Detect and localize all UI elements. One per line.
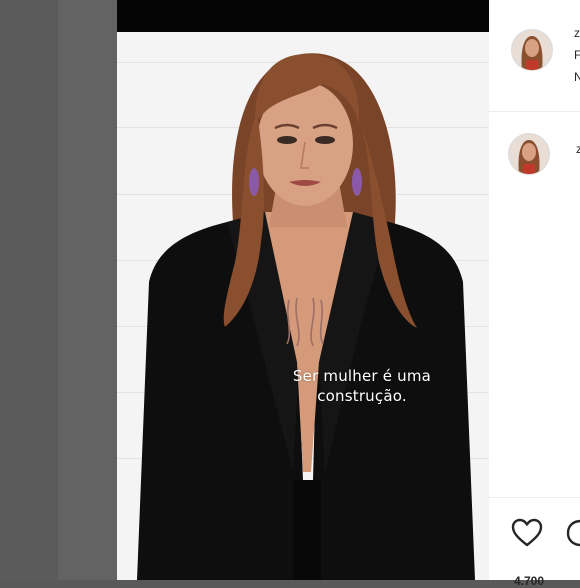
post-caption-line-1: F: [574, 48, 580, 62]
comment-author-name[interactable]: z: [576, 142, 580, 157]
panel-divider: [489, 497, 580, 498]
post-caption-line-2: N: [574, 70, 580, 84]
like-button[interactable]: [510, 517, 544, 549]
heart-icon: [511, 518, 543, 547]
backdrop-left: [0, 0, 58, 580]
panel-divider: [489, 111, 580, 112]
post-author-name[interactable]: z: [574, 26, 580, 41]
woman-in-black-blazer-image: [137, 53, 475, 580]
comment-icon: [566, 519, 580, 547]
video-caption-overlay: Ser mulher é uma construção.: [267, 366, 457, 406]
comment-button[interactable]: [565, 517, 580, 549]
video-caption-line-1: Ser mulher é uma: [292, 367, 432, 385]
video-letterbox-top: [117, 0, 489, 32]
comment-author-avatar[interactable]: [508, 133, 550, 175]
post-author-avatar[interactable]: [511, 29, 553, 71]
backdrop-middle: [58, 0, 117, 580]
video-caption-line-2: construção.: [317, 387, 407, 405]
video-frame[interactable]: Ser mulher é uma construção.: [117, 32, 489, 580]
video-player[interactable]: Ser mulher é uma construção.: [117, 0, 489, 580]
likes-count: 4.700: [514, 574, 545, 588]
post-side-panel: z F N z 4.700: [489, 0, 580, 588]
